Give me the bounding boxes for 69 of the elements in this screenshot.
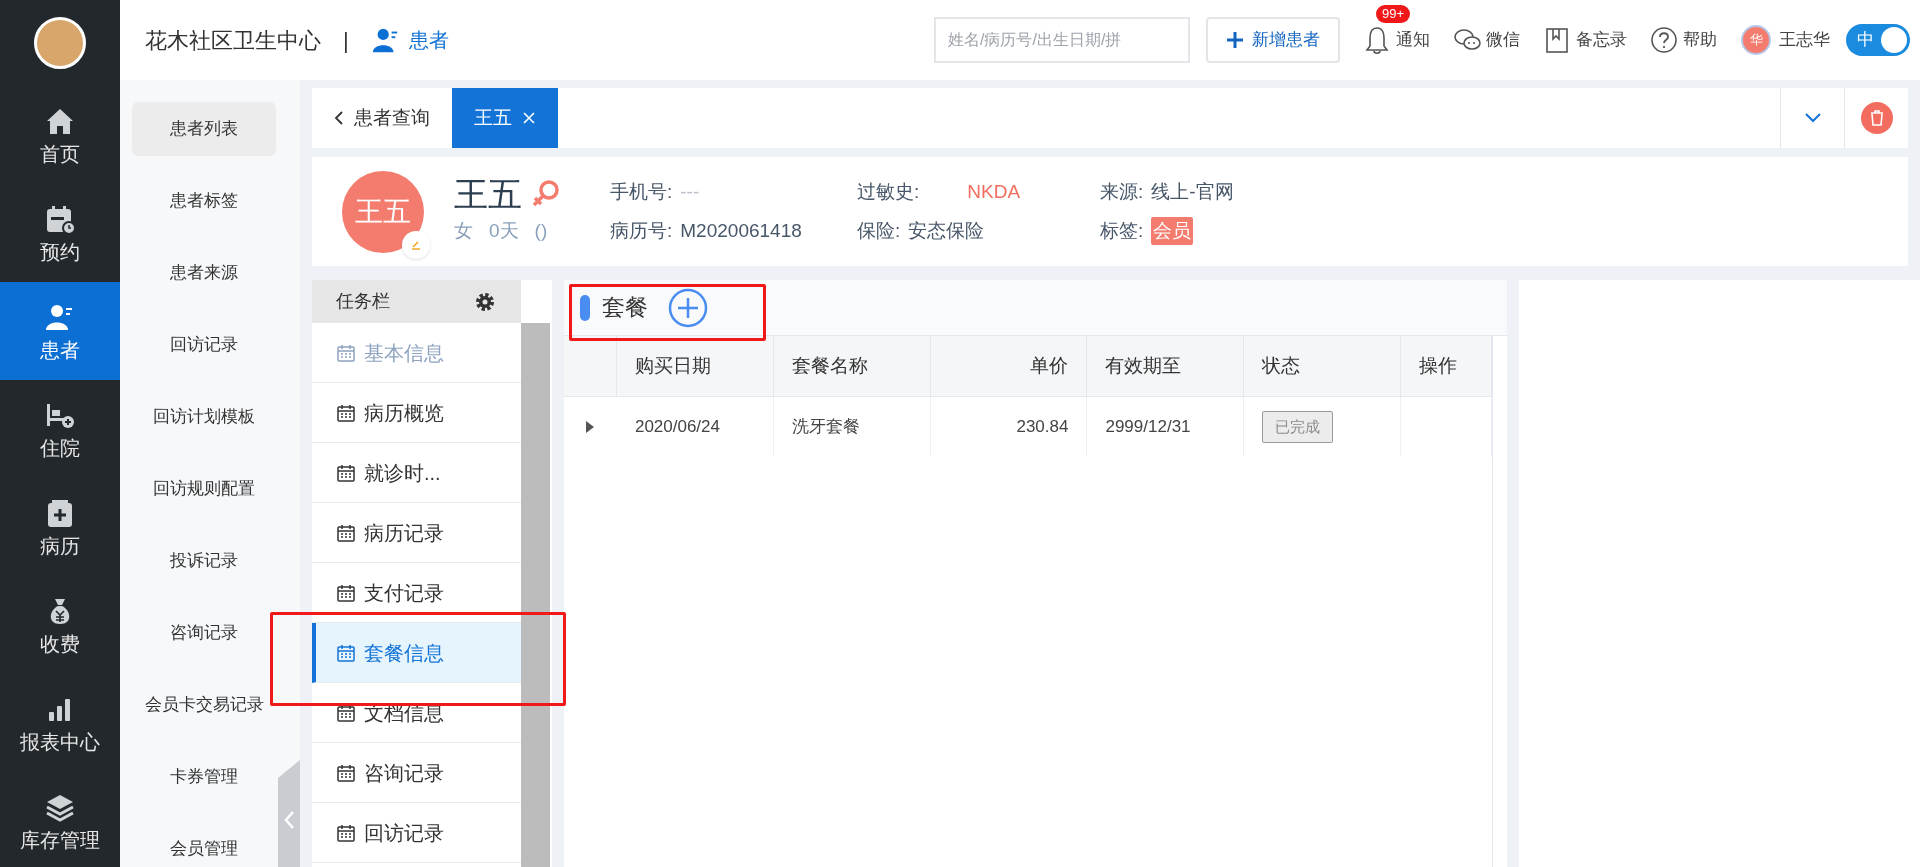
field-label: 手机号: [610,180,673,204]
submenu-item[interactable]: 会员管理 [132,822,276,867]
task-item[interactable]: 回访记录 [312,803,521,863]
title-separator: | [343,26,349,55]
submenu-item[interactable]: 回访计划模板 [132,390,276,444]
task-item[interactable]: 就诊时... [312,443,521,503]
submenu-item[interactable]: 患者列表 [132,102,276,156]
help-button[interactable]: 帮助 [1649,25,1717,55]
field-value: 会员 [1151,216,1194,245]
task-item[interactable]: 病历记录 [312,503,521,563]
submenu-item[interactable]: 患者标签 [132,174,276,228]
language-toggle[interactable]: 中 [1846,24,1910,56]
notification-button[interactable]: 通知 [1362,25,1430,55]
nav-item[interactable]: 预约 [0,184,120,282]
field-label: 病历号: [610,218,673,243]
submenu-item[interactable]: 咨询记录 [132,606,276,660]
field-label: 过敏史: [857,180,920,204]
status-label: 已完成 [1262,410,1334,444]
submenu-item[interactable]: 回访规则配置 [132,462,276,516]
patient-avatar: 王五 [342,170,424,253]
user-name[interactable]: 王志华 [1779,27,1830,53]
nav-item[interactable]: 库存管理 [0,772,120,867]
nav-item[interactable]: 病历 [0,478,120,576]
patient-gender: 女 [454,219,473,244]
submenu-item[interactable]: 卡券管理 [132,750,276,804]
search-field[interactable]: 姓名/病历号/出生日期/拼 [934,17,1190,63]
table-cell: 洗牙套餐 [773,397,931,457]
nav-item[interactable]: 报表中心 [0,674,120,772]
patient-age: 0天 [489,219,519,244]
tab[interactable]: 王五 [452,88,558,148]
notification-badge: 99+ [1376,5,1411,23]
field-value: 安态保险 [908,218,985,243]
user-avatar: 华 [1741,25,1771,55]
submenu-item[interactable]: 投诉记录 [132,534,276,588]
field-value: NKDA [967,180,1021,204]
patient-extra: () [534,219,548,244]
column-header: 套餐名称 [773,336,931,396]
tab[interactable]: 患者查询 [312,88,452,148]
taskbar-title: 任务栏 [336,290,390,313]
nav-item[interactable]: 首页 [0,86,120,184]
table-cell: 2999/12/31 [1087,397,1245,457]
nav-item[interactable]: 住院 [0,380,120,478]
submenu-item[interactable]: 患者来源 [132,246,276,300]
table-cell: 2020/06/24 [616,397,774,457]
field-label: 标签: [1100,218,1144,243]
task-item[interactable]: 咨询记录 [312,743,521,803]
nav-item[interactable]: 患者 [0,282,120,380]
task-item[interactable]: 病历概览 [312,383,521,443]
panel-title: 套餐 [602,293,648,323]
memo-button[interactable]: 备忘录 [1542,25,1627,55]
clinic-title: 花木社区卫生中心 [145,26,321,55]
table-cell: 230.84 [930,397,1088,457]
column-header: 操作 [1401,336,1492,396]
patient-name: 王五 [454,177,522,212]
column-header: 状态 [1244,336,1402,396]
submenu-item[interactable]: 会员卡交易记录 [132,678,276,732]
task-item[interactable]: 套餐信息 [312,623,521,683]
section-title: 患者 [408,28,449,53]
nav-item[interactable]: 收费 [0,576,120,674]
wechat-button[interactable]: 微信 [1452,25,1520,55]
field-label: 来源: [1100,180,1144,204]
column-header: 单价 [930,336,1088,396]
submenu-item[interactable]: 回访记录 [132,318,276,372]
new-patient-button[interactable]: 新增患者 [1206,17,1340,63]
field-value: M2020061418 [680,218,802,243]
field-value: --- [680,180,700,204]
field-label: 保险: [857,218,901,243]
field-value: 线上-官网 [1151,180,1234,204]
column-header: 有效期至 [1087,336,1245,396]
